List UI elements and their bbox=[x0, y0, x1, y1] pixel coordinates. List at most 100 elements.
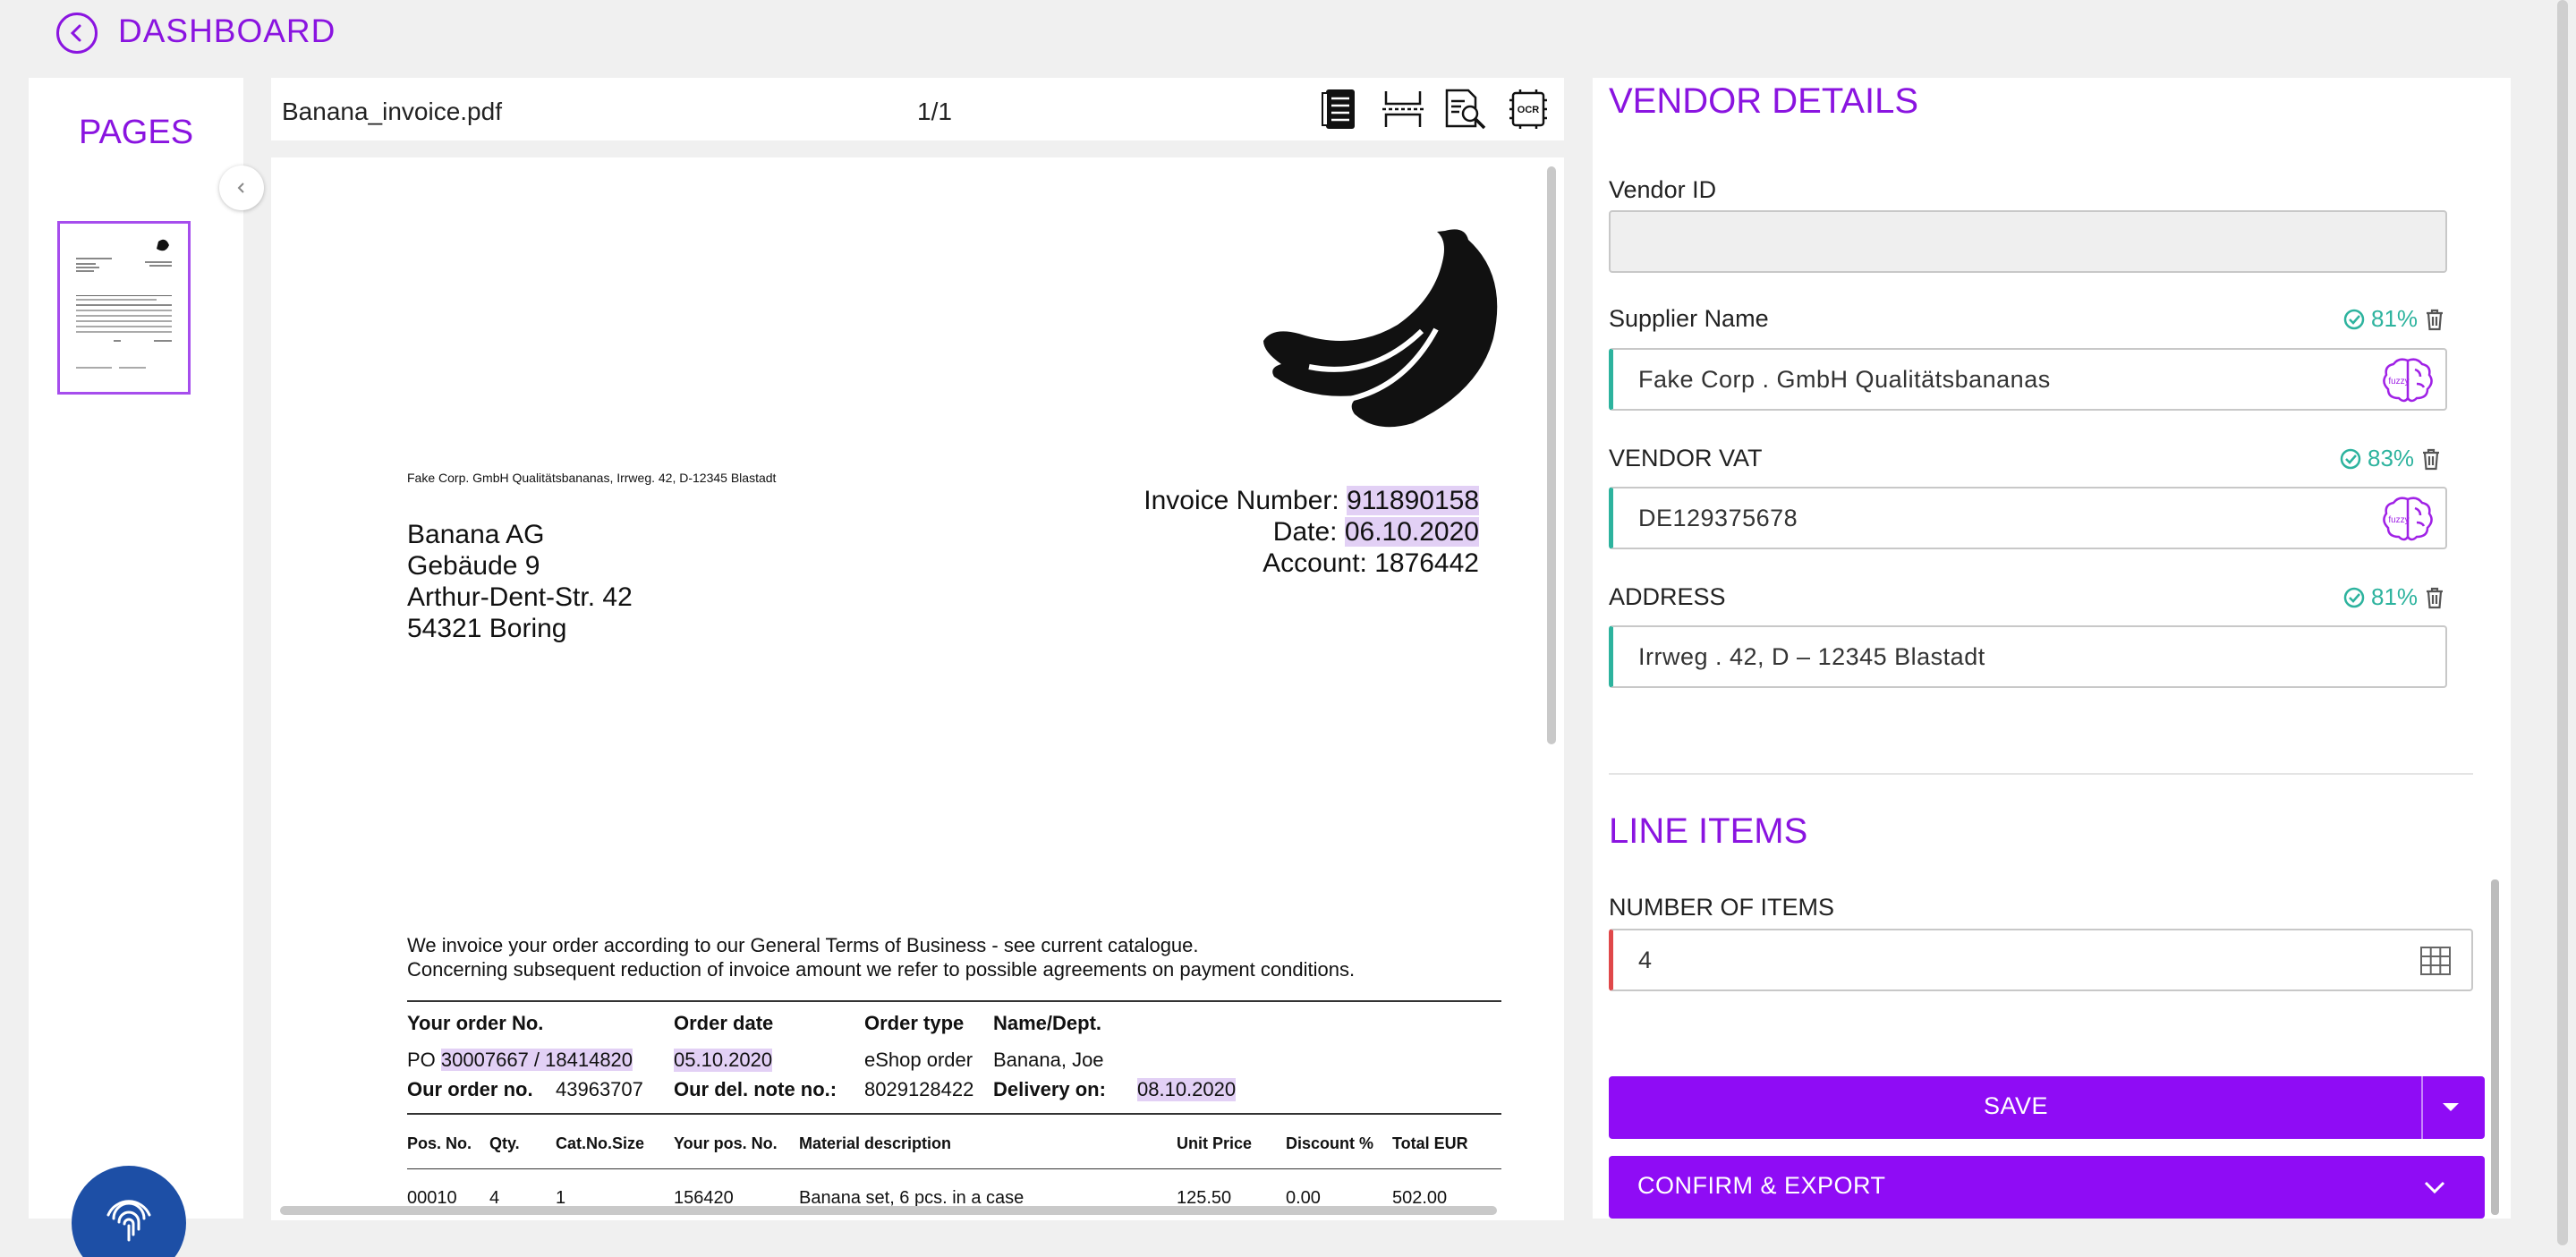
document-search-icon[interactable] bbox=[1443, 87, 1488, 132]
document-viewer[interactable]: Fake Corp. GmbH Qualitätsbananas, Irrweg… bbox=[271, 157, 1564, 1220]
order-no-header: Your order No. bbox=[407, 1012, 544, 1034]
terms-text: We invoice your order according to our G… bbox=[407, 933, 1355, 981]
invoice-meta: Invoice Number: 911890158 Date: 06.10.20… bbox=[1143, 485, 1479, 579]
fuzzy-brain-icon[interactable]: fuzzy bbox=[2381, 355, 2435, 405]
table-header: Material description bbox=[799, 1134, 952, 1152]
number-of-items-label: NUMBER OF ITEMS bbox=[1609, 894, 1835, 921]
order-type-header: Order type bbox=[864, 1012, 965, 1034]
address-field[interactable]: Irrweg . 42, D – 12345 Blastadt bbox=[1609, 625, 2447, 688]
save-button[interactable]: SAVE bbox=[1609, 1076, 2485, 1139]
document-toolbar: Banana_invoice.pdf 1/1 OCR bbox=[271, 78, 1564, 140]
svg-text:OCR: OCR bbox=[1518, 105, 1540, 115]
button-separator bbox=[2421, 1076, 2423, 1139]
order-date[interactable]: 05.10.2020 bbox=[674, 1049, 773, 1072]
our-order-no: 43963707 bbox=[556, 1078, 643, 1100]
page-count: 1/1 bbox=[917, 98, 952, 125]
invoice-date[interactable]: 06.10.2020 bbox=[1344, 517, 1479, 547]
trash-icon[interactable] bbox=[2423, 307, 2446, 332]
trash-icon[interactable] bbox=[2419, 446, 2443, 471]
confidence-value: 81% bbox=[2371, 305, 2419, 332]
vendor-id-label: Vendor ID bbox=[1609, 176, 1717, 203]
confidence-value: 81% bbox=[2371, 583, 2419, 610]
table-header: Unit Price bbox=[1177, 1134, 1253, 1152]
delivery-date[interactable]: 08.10.2020 bbox=[1137, 1078, 1237, 1101]
order-type: eShop order bbox=[864, 1049, 973, 1071]
divider bbox=[407, 1168, 1501, 1169]
po-number[interactable]: 30007667 / 18414820 bbox=[440, 1049, 633, 1071]
pages-panel: PAGES bbox=[29, 78, 243, 1219]
supplier-name-confidence: 81% bbox=[2342, 305, 2446, 333]
dashboard-title[interactable]: DASHBOARD bbox=[118, 13, 336, 50]
table-grid-icon[interactable] bbox=[2420, 947, 2451, 975]
text-view-icon[interactable] bbox=[1318, 87, 1363, 132]
number-of-items-field[interactable]: 4 bbox=[1609, 929, 2473, 991]
section-divider bbox=[1609, 773, 2473, 775]
number-of-items-value: 4 bbox=[1638, 947, 1653, 973]
supplier-name-value: Fake Corp . GmbH Qualitätsbananas bbox=[1638, 366, 2051, 393]
trash-icon[interactable] bbox=[2423, 585, 2446, 610]
vendor-vat-field[interactable]: DE129375678 fuzzy bbox=[1609, 487, 2447, 549]
our-order-label: Our order no. bbox=[407, 1078, 533, 1100]
delivery-label: Delivery on: bbox=[993, 1078, 1106, 1100]
supplier-name-label: Supplier Name bbox=[1609, 305, 1769, 332]
divider bbox=[407, 1000, 1501, 1002]
date-label: Date: bbox=[1272, 517, 1338, 547]
table-header: Qty. bbox=[489, 1134, 520, 1152]
vendor-id-field[interactable] bbox=[1609, 210, 2447, 273]
po-prefix: PO bbox=[407, 1049, 436, 1071]
vendor-vat-confidence: 83% bbox=[2339, 445, 2443, 472]
table-header: Pos. No. bbox=[407, 1134, 472, 1152]
ocr-icon[interactable]: OCR bbox=[1506, 87, 1551, 132]
vertical-scrollbar[interactable] bbox=[1547, 166, 1556, 744]
address-value: Irrweg . 42, D – 12345 Blastadt bbox=[1638, 643, 1985, 670]
table-header: Discount % bbox=[1286, 1134, 1374, 1152]
recipient-address: Banana AG Gebäude 9 Arthur-Dent-Str. 42 … bbox=[407, 519, 633, 644]
page-thumbnail-preview bbox=[76, 239, 172, 369]
address-confidence: 81% bbox=[2342, 583, 2446, 611]
back-button[interactable] bbox=[56, 13, 98, 54]
page-scrollbar[interactable] bbox=[2557, 0, 2568, 1245]
recipient-line: 54321 Boring bbox=[407, 614, 567, 643]
invoice-number-label: Invoice Number: bbox=[1143, 486, 1339, 515]
chevron-down-icon bbox=[2424, 1181, 2445, 1194]
horizontal-scrollbar[interactable] bbox=[280, 1206, 1497, 1215]
panel-scrollbar[interactable] bbox=[2491, 879, 2499, 1215]
account-number: Account: 1876442 bbox=[1262, 548, 1479, 578]
fingerprint-icon bbox=[106, 1200, 151, 1242]
recipient-line: Banana AG bbox=[407, 520, 545, 549]
del-note-no: 8029128422 bbox=[864, 1078, 974, 1100]
fuzzy-brain-icon[interactable]: fuzzy bbox=[2381, 494, 2435, 544]
invoice-number[interactable]: 911890158 bbox=[1347, 486, 1479, 515]
collapse-pages-button[interactable] bbox=[219, 166, 264, 210]
divider bbox=[407, 1113, 1501, 1115]
table-header: Your pos. No. bbox=[674, 1134, 778, 1152]
recipient-line: Arthur-Dent-Str. 42 bbox=[407, 582, 633, 612]
chevron-left-icon bbox=[237, 183, 244, 193]
chevron-left-icon bbox=[70, 24, 81, 42]
svg-text:fuzzy: fuzzy bbox=[2388, 515, 2409, 525]
confirm-export-button[interactable]: CONFIRM & EXPORT bbox=[1609, 1156, 2485, 1219]
caret-down-icon[interactable] bbox=[2441, 1101, 2461, 1114]
pages-title: PAGES bbox=[78, 114, 194, 151]
svg-text:fuzzy: fuzzy bbox=[2388, 377, 2409, 386]
file-name: Banana_invoice.pdf bbox=[282, 98, 502, 125]
del-note-label: Our del. note no.: bbox=[674, 1078, 837, 1100]
check-circle-icon bbox=[2343, 587, 2365, 607]
name-dept: Banana, Joe bbox=[993, 1049, 1104, 1071]
terms-line: Concerning subsequent reduction of invoi… bbox=[407, 958, 1356, 981]
vendor-details-title: VENDOR DETAILS bbox=[1609, 81, 1918, 121]
vendor-vat-value: DE129375678 bbox=[1638, 505, 1798, 531]
confidence-value: 83% bbox=[2368, 445, 2415, 471]
page-thumbnail[interactable] bbox=[57, 221, 191, 395]
address-label: ADDRESS bbox=[1609, 583, 1726, 610]
recipient-line: Gebäude 9 bbox=[407, 551, 540, 581]
banana-logo bbox=[1263, 229, 1498, 428]
page-split-icon[interactable] bbox=[1381, 87, 1425, 132]
table-header: Cat.No.Size bbox=[556, 1134, 645, 1152]
table-header: Total EUR bbox=[1392, 1134, 1468, 1152]
save-button-label: SAVE bbox=[1983, 1092, 2049, 1119]
supplier-name-field[interactable]: Fake Corp . GmbH Qualitätsbananas fuzzy bbox=[1609, 348, 2447, 411]
sender-line: Fake Corp. GmbH Qualitätsbananas, Irrweg… bbox=[407, 471, 777, 485]
name-dept-header: Name/Dept. bbox=[993, 1012, 1102, 1034]
check-circle-icon bbox=[2340, 448, 2361, 469]
